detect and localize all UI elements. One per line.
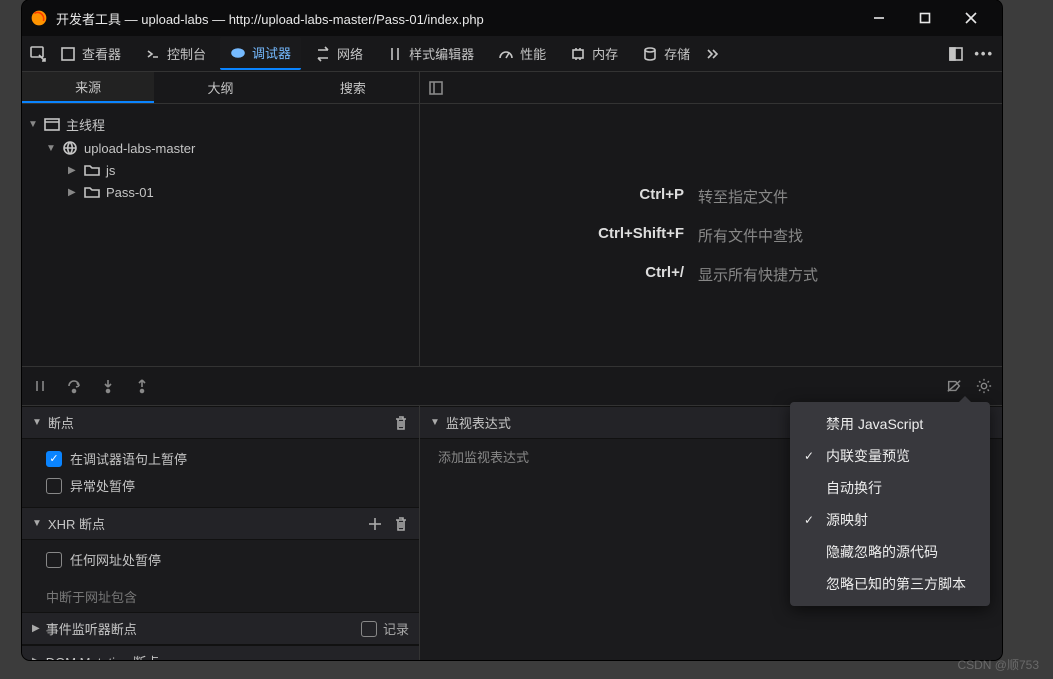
project-name: upload-labs bbox=[141, 12, 208, 27]
step-in-icon[interactable] bbox=[100, 378, 116, 394]
srctab-search[interactable]: 搜索 bbox=[287, 72, 419, 103]
xhr-url-input[interactable]: 中断于网址包含 bbox=[22, 581, 419, 612]
source-tree: ▼主线程 ▼upload-labs-master ▶js ▶Pass-01 bbox=[22, 104, 419, 211]
breakpoints-header[interactable]: ▼断点 bbox=[22, 406, 419, 439]
storage-icon bbox=[642, 46, 658, 62]
shortcut-desc: 转至指定文件 bbox=[698, 186, 878, 207]
checkbox-icon[interactable] bbox=[46, 552, 62, 568]
tab-memory[interactable]: 内存 bbox=[560, 38, 628, 69]
plus-icon[interactable] bbox=[367, 516, 383, 532]
step-over-icon[interactable] bbox=[66, 378, 82, 394]
lower-panes: ▼断点 ✓在调试器语句上暂停 异常处暂停 ▼XHR 断点 任何网址处暂停 中断于… bbox=[22, 406, 1002, 660]
menu-disable-js[interactable]: 禁用 JavaScript bbox=[790, 408, 990, 440]
firefox-logo-icon bbox=[30, 9, 48, 27]
tree-folder-js[interactable]: ▶js bbox=[28, 159, 413, 181]
debugger-icon bbox=[230, 45, 246, 61]
tab-network[interactable]: 网络 bbox=[305, 38, 373, 69]
shortcut-key: Ctrl+P bbox=[544, 186, 684, 207]
tab-style-editor[interactable]: 样式编辑器 bbox=[377, 38, 484, 69]
source-tabs: 来源 大纲 搜索 bbox=[22, 72, 419, 104]
trash-icon[interactable] bbox=[393, 415, 409, 431]
dom-mutation-header[interactable]: ▶DOM Mutation 断点 bbox=[22, 645, 419, 660]
titlebar-text: 开发者工具 — upload-labs — http://upload-labs… bbox=[56, 9, 856, 28]
debug-controls bbox=[22, 366, 1002, 406]
console-icon bbox=[145, 46, 161, 62]
devtools-toolbar: 查看器 控制台 调试器 网络 样式编辑器 性能 内存 存储 ••• bbox=[22, 36, 1002, 72]
overflow-icon[interactable] bbox=[704, 46, 720, 62]
window-icon bbox=[44, 117, 60, 133]
menu-ignore-thirdparty[interactable]: 忽略已知的第三方脚本 bbox=[790, 568, 990, 600]
tree-main-thread[interactable]: ▼主线程 bbox=[28, 112, 413, 137]
breakpoints-pane: ▼断点 ✓在调试器语句上暂停 异常处暂停 ▼XHR 断点 任何网址处暂停 中断于… bbox=[22, 406, 420, 660]
folder-icon bbox=[84, 162, 100, 178]
deactivate-breakpoints-icon[interactable] bbox=[946, 378, 962, 394]
xhr-any-url[interactable]: 任何网址处暂停 bbox=[46, 546, 409, 573]
performance-icon bbox=[498, 46, 514, 62]
checkbox-icon[interactable]: ✓ bbox=[46, 451, 62, 467]
editor-panel: Ctrl+P 转至指定文件 Ctrl+Shift+F 所有文件中查找 Ctrl+/ 显… bbox=[420, 72, 1002, 366]
globe-icon bbox=[62, 140, 78, 156]
shortcut-desc: 所有文件中查找 bbox=[698, 225, 878, 246]
network-icon bbox=[315, 46, 331, 62]
srctab-outline[interactable]: 大纲 bbox=[154, 72, 286, 103]
memory-icon bbox=[570, 46, 586, 62]
menu-inline-preview[interactable]: ✓内联变量预览 bbox=[790, 440, 990, 472]
watermark: CSDN @顺753 bbox=[957, 656, 1039, 673]
step-out-icon[interactable] bbox=[134, 378, 150, 394]
maximize-button[interactable] bbox=[902, 0, 948, 36]
menu-word-wrap[interactable]: 自动换行 bbox=[790, 472, 990, 504]
page-url: http://upload-labs-master/Pass-01/index.… bbox=[229, 12, 484, 27]
minimize-button[interactable] bbox=[856, 0, 902, 36]
tab-inspector[interactable]: 查看器 bbox=[50, 38, 131, 69]
xhr-header[interactable]: ▼XHR 断点 bbox=[22, 507, 419, 540]
settings-gear-icon[interactable] bbox=[976, 378, 992, 394]
pause-icon[interactable] bbox=[32, 378, 48, 394]
menu-source-maps[interactable]: ✓源映射 bbox=[790, 504, 990, 536]
dock-icon[interactable] bbox=[948, 46, 964, 62]
tree-folder-pass01[interactable]: ▶Pass-01 bbox=[28, 181, 413, 203]
shortcut-key: Ctrl+/ bbox=[544, 264, 684, 285]
watch-pane: ▼监视表达式 添加监视表达式 禁用 JavaScript ✓内联变量预览 自动换… bbox=[420, 406, 1002, 660]
shortcut-desc: 显示所有快捷方式 bbox=[698, 264, 878, 285]
shortcut-hints: Ctrl+P 转至指定文件 Ctrl+Shift+F 所有文件中查找 Ctrl+/ 显… bbox=[420, 104, 1002, 366]
titlebar: 开发者工具 — upload-labs — http://upload-labs… bbox=[22, 0, 1002, 36]
more-icon[interactable]: ••• bbox=[974, 46, 994, 61]
checkbox-icon[interactable] bbox=[361, 621, 377, 637]
checkbox-icon[interactable] bbox=[46, 478, 62, 494]
tab-debugger[interactable]: 调试器 bbox=[220, 37, 301, 70]
sources-panel: 来源 大纲 搜索 ▼主线程 ▼upload-labs-master ▶js ▶P… bbox=[22, 72, 420, 366]
editor-header bbox=[420, 72, 1002, 104]
tab-performance[interactable]: 性能 bbox=[488, 38, 556, 69]
tab-console[interactable]: 控制台 bbox=[135, 38, 216, 69]
devtools-window: 开发者工具 — upload-labs — http://upload-labs… bbox=[22, 0, 1002, 660]
pick-element-icon[interactable] bbox=[30, 46, 46, 62]
settings-popup: 禁用 JavaScript ✓内联变量预览 自动换行 ✓源映射 隐藏忽略的源代码… bbox=[790, 402, 990, 606]
app-name: 开发者工具 bbox=[56, 12, 121, 27]
srctab-sources[interactable]: 来源 bbox=[22, 72, 154, 103]
main-row: 来源 大纲 搜索 ▼主线程 ▼upload-labs-master ▶js ▶P… bbox=[22, 72, 1002, 366]
folder-icon bbox=[84, 184, 100, 200]
menu-hide-ignored[interactable]: 隐藏忽略的源代码 bbox=[790, 536, 990, 568]
tab-storage[interactable]: 存储 bbox=[632, 38, 700, 69]
toggle-sidebar-icon[interactable] bbox=[428, 80, 444, 96]
bp-pause-debugger[interactable]: ✓在调试器语句上暂停 bbox=[46, 445, 409, 472]
inspector-icon bbox=[60, 46, 76, 62]
window-controls bbox=[856, 0, 994, 36]
close-button[interactable] bbox=[948, 0, 994, 36]
shortcut-key: Ctrl+Shift+F bbox=[544, 225, 684, 246]
bp-pause-exception[interactable]: 异常处暂停 bbox=[46, 472, 409, 499]
tree-host[interactable]: ▼upload-labs-master bbox=[28, 137, 413, 159]
trash-icon[interactable] bbox=[393, 516, 409, 532]
style-icon bbox=[387, 46, 403, 62]
event-listeners-header[interactable]: ▶事件监听器断点记录 bbox=[22, 612, 419, 645]
